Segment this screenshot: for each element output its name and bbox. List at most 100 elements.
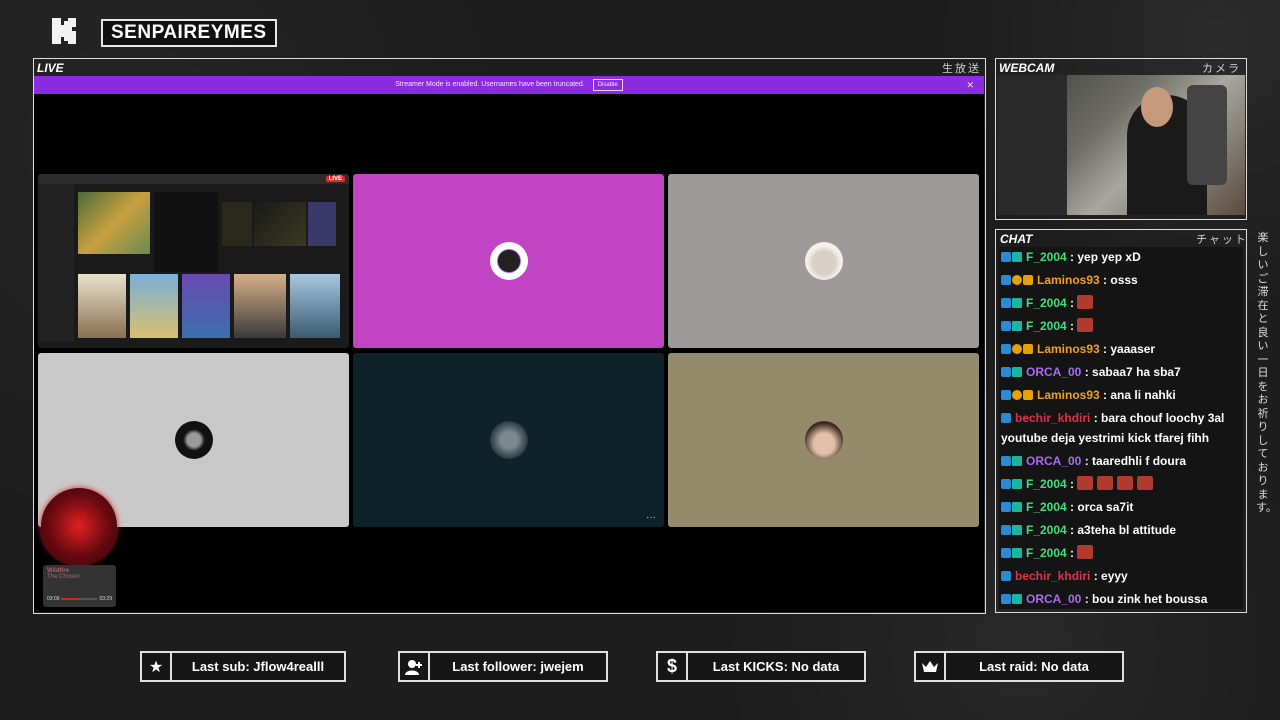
chat-username[interactable]: F_2004 (1026, 500, 1067, 514)
chat-message: ORCA_00 : sabaa7 ha sba7 (1001, 362, 1243, 382)
sub-badge-icon (1012, 298, 1022, 308)
thumbnail (308, 202, 336, 246)
disable-button[interactable]: Disable (592, 79, 623, 91)
chat-text: ana li nahki (1110, 388, 1176, 402)
chat-separator: : (1099, 273, 1111, 287)
chat-message: ORCA_00 : taaredhli f doura (1001, 451, 1243, 471)
album-art (41, 488, 117, 564)
chat-separator: : (1090, 569, 1102, 583)
chat-username[interactable]: F_2004 (1026, 546, 1067, 560)
chat-username[interactable]: bechir_khdiri (1015, 411, 1090, 425)
kick-badge-icon (1001, 390, 1011, 400)
last-follower-box: Last follower: jwejem (398, 651, 608, 682)
kick-badge-icon (1001, 456, 1011, 466)
chat-username[interactable]: F_2004 (1026, 523, 1067, 537)
kick-badge-icon (1001, 252, 1011, 262)
sub-badge-icon (1012, 548, 1022, 558)
side-vertical-text: 楽しいご滞在と良い一日をお祈りしております。 (1256, 232, 1277, 514)
kick-badge-icon (1001, 594, 1011, 604)
kick-badge-icon (1001, 479, 1011, 489)
last-raid-text: Last raid: No data (979, 659, 1089, 674)
sub-badge-icon (1012, 479, 1022, 489)
chat-username[interactable]: F_2004 (1026, 477, 1067, 491)
chat-username[interactable]: ORCA_00 (1026, 454, 1081, 468)
thumbnail (154, 192, 218, 272)
chat-message: bechir_khdiri : bara chouf loochy 3al yo… (1001, 408, 1243, 448)
chat-separator: : (1090, 411, 1102, 425)
kick-badge-icon (1001, 525, 1011, 535)
face (1141, 87, 1173, 127)
chat-separator: : (1066, 319, 1078, 333)
last-raid-box: Last raid: No data (914, 651, 1124, 682)
emote-icon (1117, 476, 1134, 490)
one-badge-icon (1012, 390, 1022, 400)
crown-badge-icon (1023, 390, 1033, 400)
close-icon[interactable]: ✕ (966, 76, 974, 94)
participant-tile[interactable]: ··· (353, 353, 664, 527)
screen-share-tile[interactable]: LIVE (38, 174, 349, 348)
participant-tile[interactable] (668, 174, 979, 348)
chat-message: Laminos93 : ana li nahki (1001, 385, 1243, 405)
kick-badge-icon (1001, 321, 1011, 331)
webcam-feed (997, 75, 1245, 215)
avatar (804, 242, 843, 280)
sub-badge-icon (1012, 594, 1022, 604)
progress-fill (61, 598, 79, 600)
song-artist: The Chosen (47, 574, 80, 580)
chat-username[interactable]: F_2004 (1026, 250, 1067, 264)
chat-separator: : (1081, 454, 1093, 468)
chair (1187, 85, 1227, 185)
dollar-icon: $ (658, 653, 688, 680)
kick-badge-icon (1001, 367, 1011, 377)
emote-icon (1137, 476, 1154, 490)
emote-icon (1077, 545, 1094, 559)
user-plus-icon (400, 653, 430, 680)
emote-icon (1077, 476, 1094, 490)
chat-separator: : (1066, 500, 1078, 514)
thumbnail (290, 274, 340, 338)
chat-username[interactable]: ORCA_00 (1026, 365, 1081, 379)
banner-text: Streamer Mode is enabled. Usernames have… (395, 81, 585, 88)
wall-shadow (997, 75, 1067, 215)
avatar (174, 421, 213, 459)
thumbnail (234, 274, 286, 338)
chat-text: orca sa7it (1077, 500, 1134, 514)
chat-username[interactable]: Laminos93 (1037, 342, 1100, 356)
thumbnail (130, 274, 178, 338)
chat-separator: : (1066, 250, 1078, 264)
kick-logo-icon (52, 18, 76, 44)
chat-text: a3teha bl attitude (1077, 523, 1177, 537)
chat-username[interactable]: F_2004 (1026, 319, 1067, 333)
emote-icon (1097, 476, 1114, 490)
one-badge-icon (1012, 275, 1022, 285)
thumbnail (254, 202, 306, 246)
chat-separator: : (1066, 477, 1078, 491)
browser-bar (38, 174, 349, 184)
chat-message: F_2004 : (1001, 543, 1243, 563)
chat-message: F_2004 : (1001, 293, 1243, 313)
progress-track (61, 598, 97, 600)
last-kicks-text: Last KICKS: No data (712, 659, 840, 674)
sub-badge-icon (1012, 252, 1022, 262)
kick-badge-icon (1001, 413, 1011, 423)
chat-username[interactable]: Laminos93 (1037, 273, 1100, 287)
participant-tile[interactable] (668, 353, 979, 527)
sub-badge-icon (1012, 321, 1022, 331)
chat-username[interactable]: ORCA_00 (1026, 592, 1081, 606)
chat-message: bechir_khdiri : eyyy (1001, 566, 1243, 586)
participant-tile[interactable] (353, 174, 664, 348)
chat-message: F_2004 : yep yep xD (1001, 247, 1243, 267)
thumbnail (78, 192, 150, 254)
chat-message: ORCA_00 : bou zink het boussa (1001, 589, 1243, 609)
thumbnail (182, 274, 230, 338)
emote-icon (1077, 295, 1094, 309)
chat-text: sabaa7 ha sba7 (1092, 365, 1181, 379)
avatar (489, 242, 528, 280)
kick-badge-icon (1001, 502, 1011, 512)
chat-separator: : (1081, 365, 1093, 379)
chat-username[interactable]: bechir_khdiri (1015, 569, 1090, 583)
chat-username[interactable]: Laminos93 (1037, 388, 1100, 402)
chat-username[interactable]: F_2004 (1026, 296, 1067, 310)
more-options-icon[interactable]: ··· (646, 512, 656, 523)
kick-badge-icon (1001, 571, 1011, 581)
